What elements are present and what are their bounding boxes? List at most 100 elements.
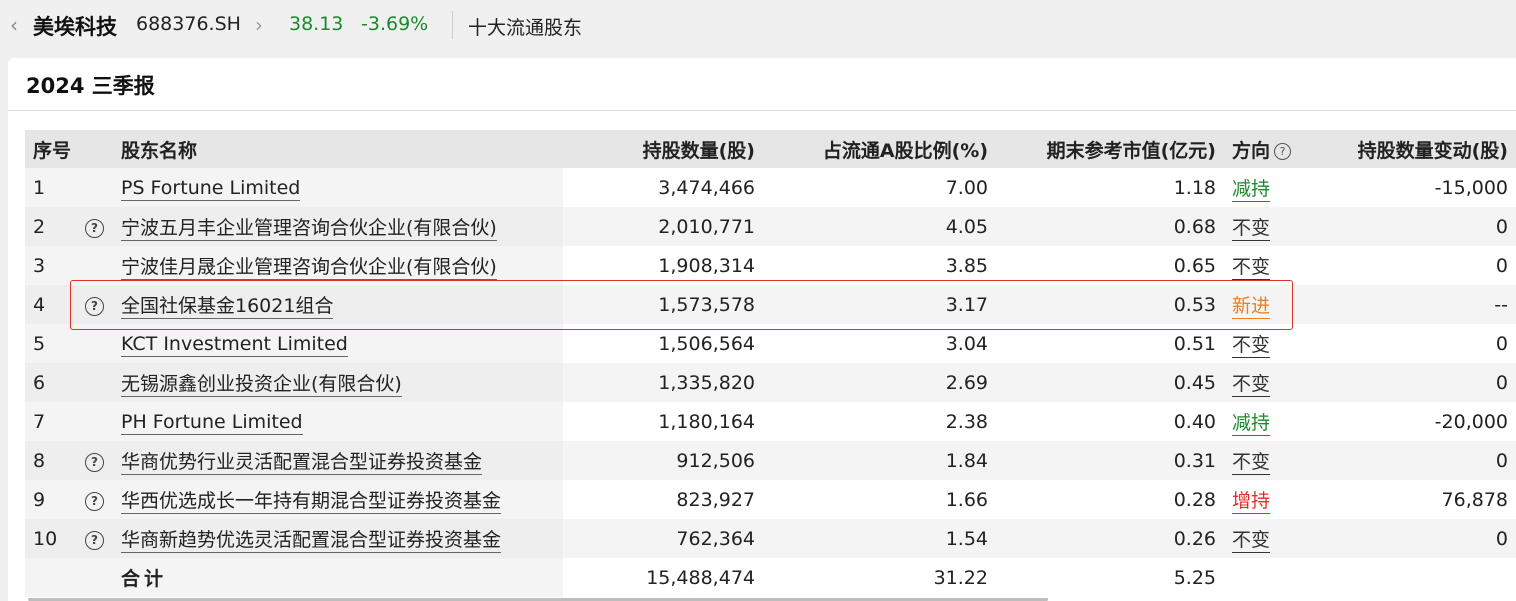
direction-link[interactable]: 增持 [1232, 490, 1271, 514]
holder-name-link[interactable]: 全国社保基金16021组合 [121, 295, 334, 319]
ratio-cell: 3.04 [763, 324, 996, 363]
shares-cell: 762,364 [563, 519, 763, 558]
direction-cell: 不变 [1224, 207, 1332, 246]
holder-name-link[interactable]: 华西优选成长一年持有期混合型证券投资基金 [121, 490, 502, 514]
table-row: 8? 华商优势行业灵活配置混合型证券投资基金 912,506 1.84 0.31 不变 0 [25, 441, 1516, 480]
table-row: 9? 华西优选成长一年持有期混合型证券投资基金 823,927 1.66 0.28 增持 7… [25, 480, 1516, 519]
info-cell: ? [77, 207, 113, 246]
direction-link[interactable]: 不变 [1232, 217, 1271, 241]
market-value-cell: 0.31 [996, 441, 1224, 480]
holder-name-link[interactable]: 华商新趋势优选灵活配置混合型证券投资基金 [121, 529, 502, 553]
market-value-cell: 1.18 [996, 168, 1224, 207]
info-cell: ? [77, 285, 113, 324]
table-row: 7 PH Fortune Limited 1,180,164 2.38 0.40 减持 -2… [25, 402, 1516, 441]
direction-link[interactable]: 不变 [1232, 334, 1271, 358]
col-header-ratio: 占流通A股比例(%) [763, 130, 996, 168]
header-divider [452, 11, 453, 39]
holder-name-link[interactable]: 宁波五月丰企业管理咨询合伙企业(有限合伙) [121, 217, 497, 241]
info-cell: ? [77, 441, 113, 480]
shares-cell: 823,927 [563, 480, 763, 519]
shares-cell: 1,506,564 [563, 324, 763, 363]
share-change-cell: -15,000 [1332, 168, 1516, 207]
market-value-cell: 0.65 [996, 246, 1224, 285]
direction-link[interactable]: 不变 [1232, 373, 1271, 397]
holder-name-link[interactable]: KCT Investment Limited [121, 332, 348, 357]
holder-name-link[interactable]: PH Fortune Limited [121, 410, 303, 435]
ratio-cell: 1.66 [763, 480, 996, 519]
direction-link[interactable]: 不变 [1232, 529, 1271, 553]
direction-link[interactable]: 减持 [1232, 178, 1271, 202]
direction-link[interactable]: 不变 [1232, 256, 1271, 280]
share-change-cell: -20,000 [1332, 402, 1516, 441]
col-header-direction: 方向? [1224, 130, 1332, 168]
col-header-index: 序号 [25, 130, 77, 168]
holder-name-cell: 华西优选成长一年持有期混合型证券投资基金 [113, 480, 563, 519]
holder-info-icon[interactable]: ? [85, 297, 104, 316]
direction-cell: 减持 [1224, 168, 1332, 207]
top-holders-table: 序号 股东名称 持股数量(股) 占流通A股比例(%) 期末参考市值(亿元) 方向… [25, 130, 1516, 597]
direction-cell: 不变 [1224, 324, 1332, 363]
holder-name-link[interactable]: PS Fortune Limited [121, 176, 301, 201]
back-chevron-icon[interactable]: ‹ [10, 13, 18, 37]
col-header-market-value: 期末参考市值(亿元) [996, 130, 1224, 168]
info-cell [77, 402, 113, 441]
shares-cell: 912,506 [563, 441, 763, 480]
row-index: 9 [25, 480, 77, 519]
title-divider [8, 110, 1516, 111]
total-shares: 15,488,474 [563, 558, 763, 597]
info-cell: ? [77, 519, 113, 558]
direction-cell: 减持 [1224, 402, 1332, 441]
holder-name-cell: 全国社保基金16021组合 [113, 285, 563, 324]
holder-name-link[interactable]: 无锡源鑫创业投资企业(有限合伙) [121, 373, 402, 397]
table-header-row: 序号 股东名称 持股数量(股) 占流通A股比例(%) 期末参考市值(亿元) 方向… [25, 130, 1516, 168]
row-index: 8 [25, 441, 77, 480]
holder-name-link[interactable]: 宁波佳月晟企业管理咨询合伙企业(有限合伙) [121, 256, 497, 280]
total-ratio: 31.22 [763, 558, 996, 597]
price-change-pct: -3.69% [361, 13, 429, 35]
holder-name-cell: 宁波佳月晟企业管理咨询合伙企业(有限合伙) [113, 246, 563, 285]
total-info-blank [77, 558, 113, 597]
holder-name-cell: 无锡源鑫创业投资企业(有限合伙) [113, 363, 563, 402]
shares-cell: 1,335,820 [563, 363, 763, 402]
top-bar: ‹ 美埃科技 688376.SH › 38.13 -3.69% 十大流通股东 [0, 0, 1516, 52]
col-header-share-change: 持股数量变动(股) [1332, 130, 1516, 168]
market-value-cell: 0.40 [996, 402, 1224, 441]
col-header-shares: 持股数量(股) [563, 130, 763, 168]
holder-name-cell: 华商新趋势优选灵活配置混合型证券投资基金 [113, 519, 563, 558]
holder-info-icon[interactable]: ? [85, 453, 104, 472]
direction-cell: 增持 [1224, 480, 1332, 519]
holder-info-icon[interactable]: ? [85, 492, 104, 511]
holder-name-cell: 华商优势行业灵活配置混合型证券投资基金 [113, 441, 563, 480]
row-index: 3 [25, 246, 77, 285]
info-cell [77, 363, 113, 402]
ratio-cell: 1.84 [763, 441, 996, 480]
direction-help-icon[interactable]: ? [1274, 142, 1292, 160]
info-cell [77, 324, 113, 363]
holder-name-cell: PH Fortune Limited [113, 402, 563, 441]
table-row: 1 PS Fortune Limited 3,474,466 7.00 1.18 减持 -1… [25, 168, 1516, 207]
share-change-cell: 76,878 [1332, 480, 1516, 519]
table-row: 2? 宁波五月丰企业管理咨询合伙企业(有限合伙) 2,010,771 4.05 0.68… [25, 207, 1516, 246]
col-header-direction-label: 方向 [1232, 139, 1271, 162]
ratio-cell: 3.17 [763, 285, 996, 324]
direction-link[interactable]: 不变 [1232, 451, 1271, 475]
row-index: 5 [25, 324, 77, 363]
holder-info-icon[interactable]: ? [85, 531, 104, 550]
info-cell [77, 246, 113, 285]
direction-link[interactable]: 新进 [1232, 295, 1271, 319]
stock-code: 688376.SH [136, 13, 241, 35]
holder-name-link[interactable]: 华商优势行业灵活配置混合型证券投资基金 [121, 451, 483, 475]
table-row: 6 无锡源鑫创业投资企业(有限合伙) 1,335,820 2.69 0.45 不变 0 [25, 363, 1516, 402]
ratio-cell: 3.85 [763, 246, 996, 285]
table-row: 5 KCT Investment Limited 1,506,564 3.04 0.51… [25, 324, 1516, 363]
holder-name-cell: PS Fortune Limited [113, 168, 563, 207]
row-index: 4 [25, 285, 77, 324]
holder-info-icon[interactable]: ? [85, 219, 104, 238]
report-period-title: 2024 三季报 [26, 74, 155, 98]
direction-link[interactable]: 减持 [1232, 412, 1271, 436]
total-change-blank [1332, 558, 1516, 597]
stock-switch-chevron-icon[interactable]: › [255, 13, 263, 37]
row-index: 2 [25, 207, 77, 246]
holder-name-cell: KCT Investment Limited [113, 324, 563, 363]
share-change-cell: -- [1332, 285, 1516, 324]
